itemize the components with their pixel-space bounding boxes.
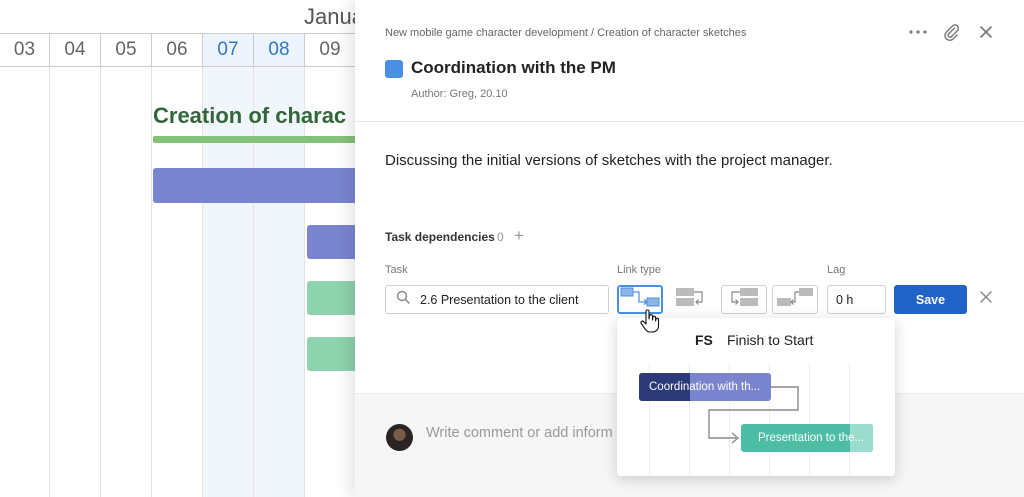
grid-column (101, 67, 152, 497)
grid-column-highlighted (203, 67, 254, 497)
add-dependency-button[interactable]: + (514, 226, 524, 246)
dependencies-count: 0 (497, 230, 504, 244)
day-cell: 04 (50, 34, 101, 66)
paperclip-icon[interactable] (942, 22, 962, 42)
comment-input[interactable]: Write comment or add inform (426, 425, 613, 441)
dependency-task-input[interactable]: 2.6 Presentation to the client (385, 285, 609, 314)
task-bar[interactable] (307, 337, 360, 371)
lag-input[interactable]: 0 h (827, 285, 886, 314)
tooltip-grid-line (809, 363, 810, 476)
gantt-chart: Janua 03 04 05 06 07 08 09 Creation of c… (0, 0, 360, 497)
link-type-code: FS (695, 332, 713, 348)
grid-column (152, 67, 203, 497)
tooltip-to-task-bar: Presentation to the... (741, 424, 873, 452)
month-label: Janua (304, 4, 360, 29)
day-cell-highlighted: 07 (203, 34, 254, 66)
search-icon (396, 290, 410, 309)
task-title[interactable]: Coordination with the PM (411, 58, 616, 78)
day-header: 03 04 05 06 07 08 09 (0, 33, 360, 67)
link-type-name: Finish to Start (727, 332, 814, 348)
task-bar[interactable] (307, 225, 360, 259)
group-summary-bar[interactable] (153, 136, 360, 143)
divider (355, 121, 1024, 122)
avatar (386, 424, 413, 451)
tooltip-grid-line (849, 363, 850, 476)
link-type-tooltip: FS Finish to Start Coordination with th.… (617, 318, 895, 476)
task-color-swatch[interactable] (385, 60, 403, 78)
more-horizontal-icon[interactable] (908, 22, 928, 42)
link-type-finish-to-finish-button[interactable] (667, 285, 713, 314)
lag-field-label: Lag (827, 264, 846, 276)
task-field-label: Task (385, 264, 408, 276)
task-bar[interactable] (153, 168, 360, 203)
tooltip-to-task-label: Presentation to the... (758, 432, 865, 444)
task-author: Author: Greg, 20.10 (411, 88, 508, 100)
close-icon (980, 290, 992, 308)
day-cell: 05 (101, 34, 152, 66)
day-cell-highlighted: 08 (254, 34, 305, 66)
panel-header-actions (908, 22, 996, 42)
cancel-dependency-button[interactable] (976, 289, 996, 309)
day-cell: 03 (0, 34, 50, 66)
grid-column-highlighted (254, 67, 305, 497)
link-type-start-to-start-button[interactable] (721, 285, 767, 314)
hand-cursor-icon (640, 309, 660, 338)
grid-column (50, 67, 101, 497)
grid-column (0, 67, 50, 497)
gantt-grid (0, 67, 360, 497)
link-type-start-to-finish-button[interactable] (772, 285, 818, 314)
day-cell: 06 (152, 34, 203, 66)
start-to-start-icon (724, 286, 764, 313)
link-type-field-label: Link type (617, 264, 662, 276)
save-button[interactable]: Save (894, 285, 967, 314)
breadcrumb[interactable]: New mobile game character development / … (385, 27, 746, 39)
task-bar[interactable] (307, 281, 360, 315)
close-icon[interactable] (976, 22, 996, 42)
day-cell: 09 (305, 34, 356, 66)
dependencies-heading: Task dependencies (385, 230, 495, 244)
tooltip-from-task-label: Coordination with th... (649, 381, 761, 393)
group-title: Creation of charac (153, 103, 347, 128)
finish-to-finish-icon (670, 286, 710, 313)
dependency-task-value: 2.6 Presentation to the client (420, 292, 579, 307)
task-description[interactable]: Discussing the initial versions of sketc… (385, 152, 833, 169)
start-to-finish-icon (775, 286, 815, 313)
